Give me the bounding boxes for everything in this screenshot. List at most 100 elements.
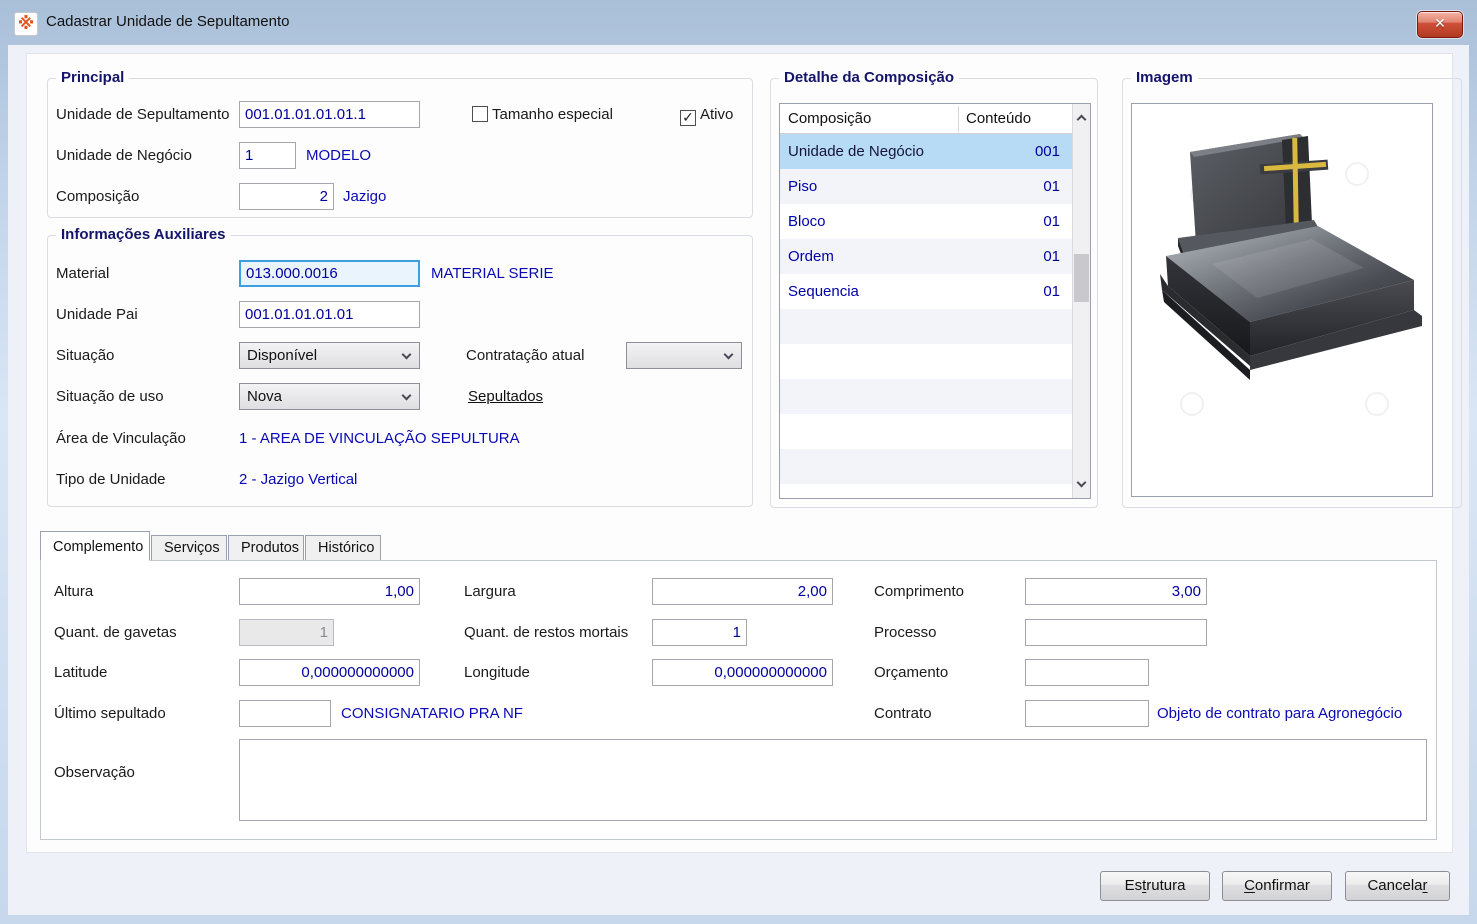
ultimo-sepultado-input[interactable] <box>239 700 331 727</box>
longitude-label: Longitude <box>464 664 530 681</box>
unidade-sepultamento-label: Unidade de Sepultamento <box>56 106 230 123</box>
situacao-dropdown[interactable]: Disponível <box>239 342 420 369</box>
contratacao-atual-label: Contratação atual <box>466 347 585 364</box>
titlebar[interactable]: ※ Cadastrar Unidade de Sepultamento ✕ <box>0 0 1477 45</box>
situacao-uso-dropdown[interactable]: Nova <box>239 383 420 410</box>
table-row-empty <box>780 484 1072 498</box>
column-composicao: Composição <box>788 110 872 127</box>
situacao-uso-value: Nova <box>247 388 283 405</box>
group-principal-title: Principal <box>56 69 130 86</box>
quant-restos-input[interactable] <box>652 619 747 646</box>
scroll-down-icon[interactable] <box>1076 477 1087 488</box>
contratacao-atual-dropdown[interactable] <box>626 342 742 369</box>
largura-input[interactable] <box>652 578 833 605</box>
composicao-description: Jazigo <box>343 188 387 205</box>
latitude-input[interactable] <box>239 659 420 686</box>
unidade-negocio-label: Unidade de Negócio <box>56 147 192 164</box>
tab-produtos[interactable]: Produtos <box>228 535 304 561</box>
comprimento-input[interactable] <box>1025 578 1207 605</box>
table-row-empty <box>780 379 1072 414</box>
unidade-negocio-input[interactable] <box>239 142 296 169</box>
table-row[interactable]: Bloco 01 <box>780 204 1072 239</box>
group-principal: Principal Unidade de Sepultamento Tamanh… <box>47 69 753 218</box>
group-imagem: Imagem <box>1122 69 1462 508</box>
observacao-textarea[interactable] <box>239 739 1427 821</box>
ativo-label: Ativo <box>700 106 734 123</box>
unidade-sepultamento-input[interactable] <box>239 101 420 128</box>
window-title: Cadastrar Unidade de Sepultamento <box>46 13 290 30</box>
altura-input[interactable] <box>239 578 420 605</box>
close-button[interactable]: ✕ <box>1417 11 1463 38</box>
quant-gavetas-input <box>239 619 334 646</box>
tab-panel-complemento: Altura Largura Comprimento Quant. de gav… <box>40 560 1437 840</box>
group-informacoes-auxiliares: Informações Auxiliares Material MATERIAL… <box>47 226 753 507</box>
composicao-table-body: Unidade de Negócio 001 Piso 01 Bloco 01 … <box>780 134 1072 498</box>
unidade-pai-input[interactable] <box>239 301 420 328</box>
ultimo-sepultado-label: Último sepultado <box>54 705 166 722</box>
checkbox-checked-icon: ✓ <box>680 110 696 126</box>
ativo-checkbox[interactable]: ✓ Ativo <box>680 101 733 129</box>
estrutura-button[interactable]: Estrutura <box>1100 871 1210 901</box>
material-label: Material <box>56 265 110 282</box>
tipo-unidade-label: Tipo de Unidade <box>56 471 166 488</box>
composicao-table[interactable]: Composição Conteúdo Unidade de Negócio 0… <box>779 103 1091 499</box>
table-row[interactable]: Piso 01 <box>780 169 1072 204</box>
group-informacoes-title: Informações Auxiliares <box>56 226 231 243</box>
composicao-input[interactable] <box>239 183 334 210</box>
row-value: 01 <box>1043 248 1060 265</box>
column-divider <box>958 106 959 132</box>
tamanho-especial-checkbox[interactable]: Tamanho especial <box>472 101 613 129</box>
row-value: 01 <box>1043 213 1060 230</box>
longitude-input[interactable] <box>652 659 833 686</box>
largura-label: Largura <box>464 583 516 600</box>
table-row-empty <box>780 344 1072 379</box>
tab-servicos[interactable]: Serviços <box>151 535 227 561</box>
quant-gavetas-label: Quant. de gavetas <box>54 624 177 641</box>
orcamento-input[interactable] <box>1025 659 1149 686</box>
row-value: 001 <box>1034 143 1060 160</box>
tamanho-especial-label: Tamanho especial <box>492 106 613 123</box>
group-detalhe-title: Detalhe da Composição <box>779 69 960 86</box>
checkbox-unchecked-icon <box>472 106 488 122</box>
tomb-illustration <box>1160 134 1422 416</box>
orcamento-label: Orçamento <box>874 664 949 681</box>
chevron-down-icon <box>401 349 412 360</box>
table-row-empty <box>780 309 1072 344</box>
cancelar-button[interactable]: Cancelar <box>1345 871 1450 901</box>
altura-label: Altura <box>54 583 94 600</box>
dialog-window: ※ Cadastrar Unidade de Sepultamento ✕ Pr… <box>0 0 1477 924</box>
composicao-table-header: Composição Conteúdo <box>780 104 1072 134</box>
row-name: Piso <box>788 178 818 195</box>
material-input[interactable] <box>239 260 420 287</box>
tab-historico[interactable]: Histórico <box>305 535 381 561</box>
tipo-unidade-value: 2 - Jazigo Vertical <box>239 471 358 488</box>
close-icon: ✕ <box>1434 16 1446 32</box>
tab-complemento[interactable]: Complemento <box>40 531 150 561</box>
table-row-empty <box>780 449 1072 484</box>
ultimo-sepultado-description: CONSIGNATARIO PRA NF <box>341 705 523 722</box>
app-icon: ※ <box>14 12 38 36</box>
contrato-input[interactable] <box>1025 700 1149 727</box>
table-row[interactable]: Ordem 01 <box>780 239 1072 274</box>
scrollbar-thumb[interactable] <box>1074 254 1089 302</box>
tomb-image <box>1131 103 1433 497</box>
unidade-pai-label: Unidade Pai <box>56 306 138 323</box>
observacao-label: Observação <box>54 764 135 781</box>
situacao-uso-label: Situação de uso <box>56 388 164 405</box>
comprimento-label: Comprimento <box>874 583 965 600</box>
dialog-content: Principal Unidade de Sepultamento Tamanh… <box>8 45 1469 915</box>
unidade-negocio-description: MODELO <box>306 147 372 164</box>
sepultados-link[interactable]: Sepultados <box>468 388 543 405</box>
material-description: MATERIAL SERIE <box>431 265 554 282</box>
table-row[interactable]: Unidade de Negócio 001 <box>780 134 1072 169</box>
situacao-label: Situação <box>56 347 115 364</box>
processo-input[interactable] <box>1025 619 1207 646</box>
scroll-up-icon[interactable] <box>1076 114 1087 125</box>
table-scrollbar[interactable] <box>1072 104 1090 498</box>
contrato-description: Objeto de contrato para Agronegócio <box>1157 705 1403 722</box>
column-conteudo: Conteúdo <box>966 110 1032 127</box>
composicao-label: Composição <box>56 188 140 205</box>
group-detalhe-composicao: Detalhe da Composição Composição Conteúd… <box>770 69 1098 508</box>
confirmar-button[interactable]: Confirmar <box>1222 871 1332 901</box>
table-row[interactable]: Sequencia 01 <box>780 274 1072 309</box>
